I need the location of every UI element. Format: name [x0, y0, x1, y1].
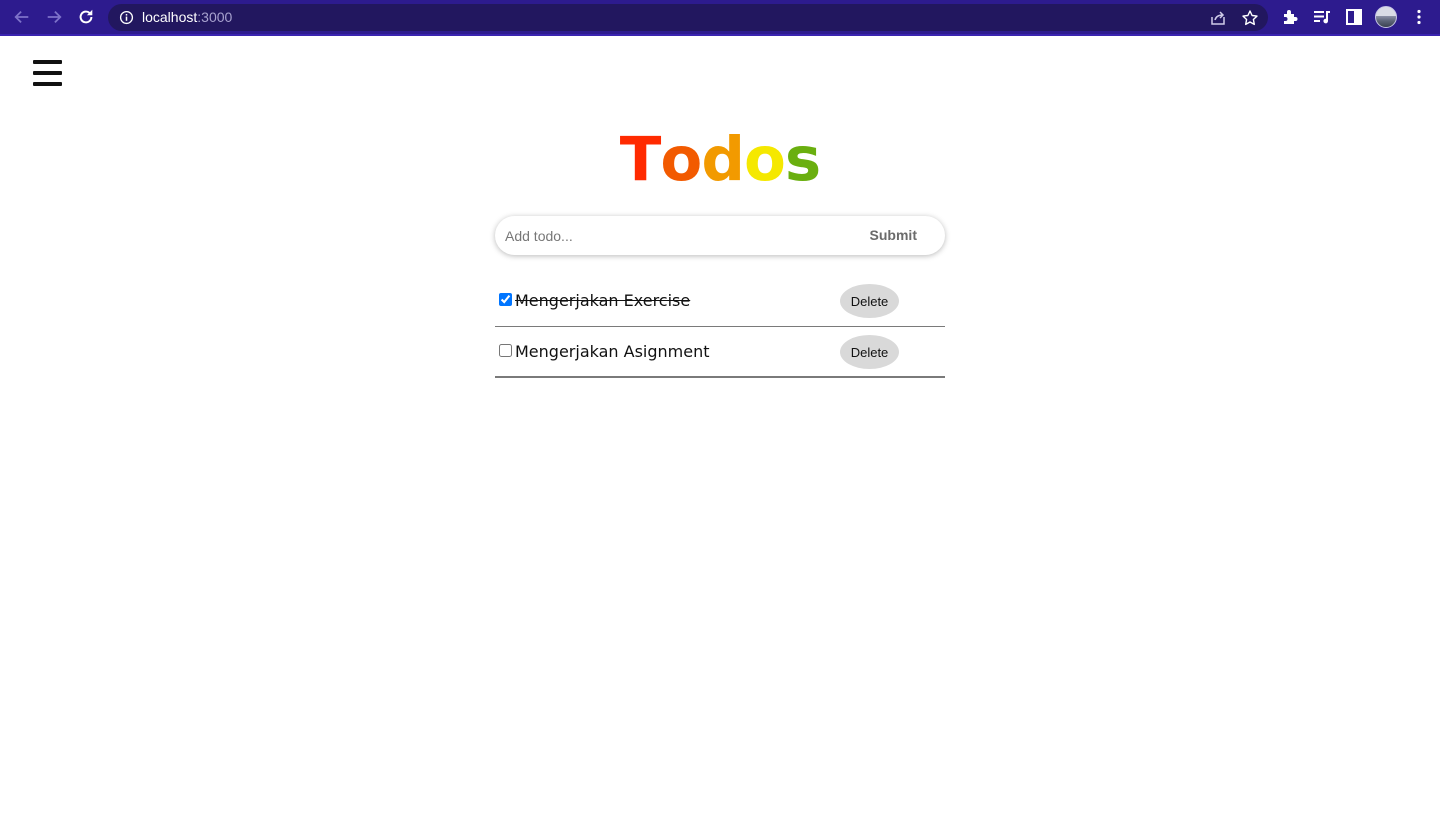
title-letter: d	[701, 124, 745, 195]
todo-checkbox[interactable]	[499, 344, 512, 357]
reload-icon[interactable]	[75, 6, 97, 28]
forward-arrow-icon[interactable]	[43, 6, 65, 28]
submit-button[interactable]: Submit	[870, 227, 917, 243]
todo-checkbox[interactable]	[499, 293, 512, 306]
title-letter: o	[660, 124, 702, 195]
page-title: Todos	[0, 124, 1440, 195]
info-icon[interactable]	[119, 10, 134, 25]
title-letter: T	[619, 124, 662, 195]
media-queue-icon[interactable]	[1313, 8, 1331, 26]
add-todo-form: Submit	[495, 216, 945, 255]
hamburger-menu-icon[interactable]	[33, 60, 63, 88]
url-host: localhost	[142, 9, 198, 25]
delete-button[interactable]: Delete	[840, 284, 899, 318]
title-letter: o	[743, 124, 786, 195]
todo-item: Mengerjakan Exercise Delete	[495, 276, 945, 327]
profile-avatar[interactable]	[1375, 6, 1397, 28]
add-todo-input[interactable]	[503, 224, 833, 247]
url-port: :3000	[197, 9, 233, 25]
todo-text: Mengerjakan Asignment	[515, 342, 710, 361]
todo-list: Mengerjakan Exercise Delete Mengerjakan As…	[495, 276, 945, 378]
todo-text: Mengerjakan Exercise	[515, 291, 691, 310]
url-text[interactable]: localhost:3000	[142, 9, 232, 25]
back-arrow-icon[interactable]	[11, 6, 33, 28]
kebab-menu-icon[interactable]	[1410, 8, 1428, 26]
puzzle-icon[interactable]	[1281, 8, 1299, 26]
delete-button[interactable]: Delete	[840, 335, 899, 369]
address-bar[interactable]: localhost:3000	[108, 4, 1268, 31]
side-panel-icon[interactable]	[1345, 8, 1363, 26]
title-letter: s	[784, 124, 821, 195]
todo-item: Mengerjakan Asignment Delete	[495, 327, 945, 378]
star-icon[interactable]	[1241, 9, 1259, 27]
browser-toolbar: localhost:3000	[0, 0, 1440, 36]
share-icon[interactable]	[1209, 9, 1227, 27]
